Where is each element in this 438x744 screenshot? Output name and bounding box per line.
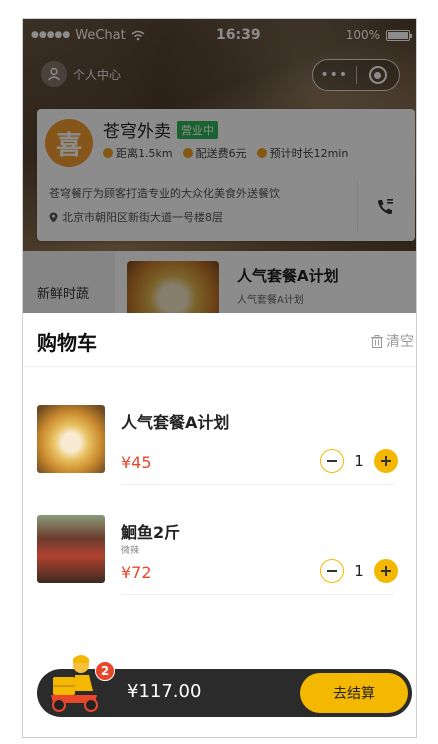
item-quantity: 1 [354,562,364,580]
clear-cart-label: 清空 [386,334,414,350]
item-price: ¥72 [121,563,152,582]
item-divider [121,484,394,485]
cart-bar: 2 ¥117.00 去结算 [37,655,412,717]
delivery-courier-icon[interactable] [45,651,105,715]
minus-icon [327,570,337,572]
item-name: 鮰鱼2斤 [121,523,181,542]
cart-item: 鮰鱼2斤 微辣 ¥72 1 [23,495,416,595]
dish-thumbnail [37,515,105,583]
item-name: 人气套餐A计划 [121,413,230,432]
cart-total: ¥117.00 [127,681,202,702]
checkout-button[interactable]: 去结算 [300,673,408,713]
quantity-stepper: 1 [320,449,398,473]
item-divider [121,594,394,595]
item-spec: 微辣 [121,546,140,556]
trash-icon [371,334,383,348]
dish-thumbnail [37,405,105,473]
cart-item: 人气套餐A计划 ¥45 1 [23,385,416,485]
increase-button[interactable] [374,559,398,583]
decrease-button[interactable] [320,449,344,473]
cart-count-badge: 2 [95,661,115,681]
item-quantity: 1 [354,452,364,470]
minus-icon [327,460,337,462]
increase-button[interactable] [374,449,398,473]
decrease-button[interactable] [320,559,344,583]
item-price: ¥45 [121,453,152,472]
quantity-stepper: 1 [320,559,398,583]
clear-cart-button[interactable]: 清空 [371,331,414,351]
cart-header: 购物车 清空 [23,313,416,367]
cart-title: 购物车 [37,331,97,355]
phone-screen: ●●●●● WeChat 16:39 100% 个人中心 ••• 喜 苍穹外卖 … [22,18,417,738]
